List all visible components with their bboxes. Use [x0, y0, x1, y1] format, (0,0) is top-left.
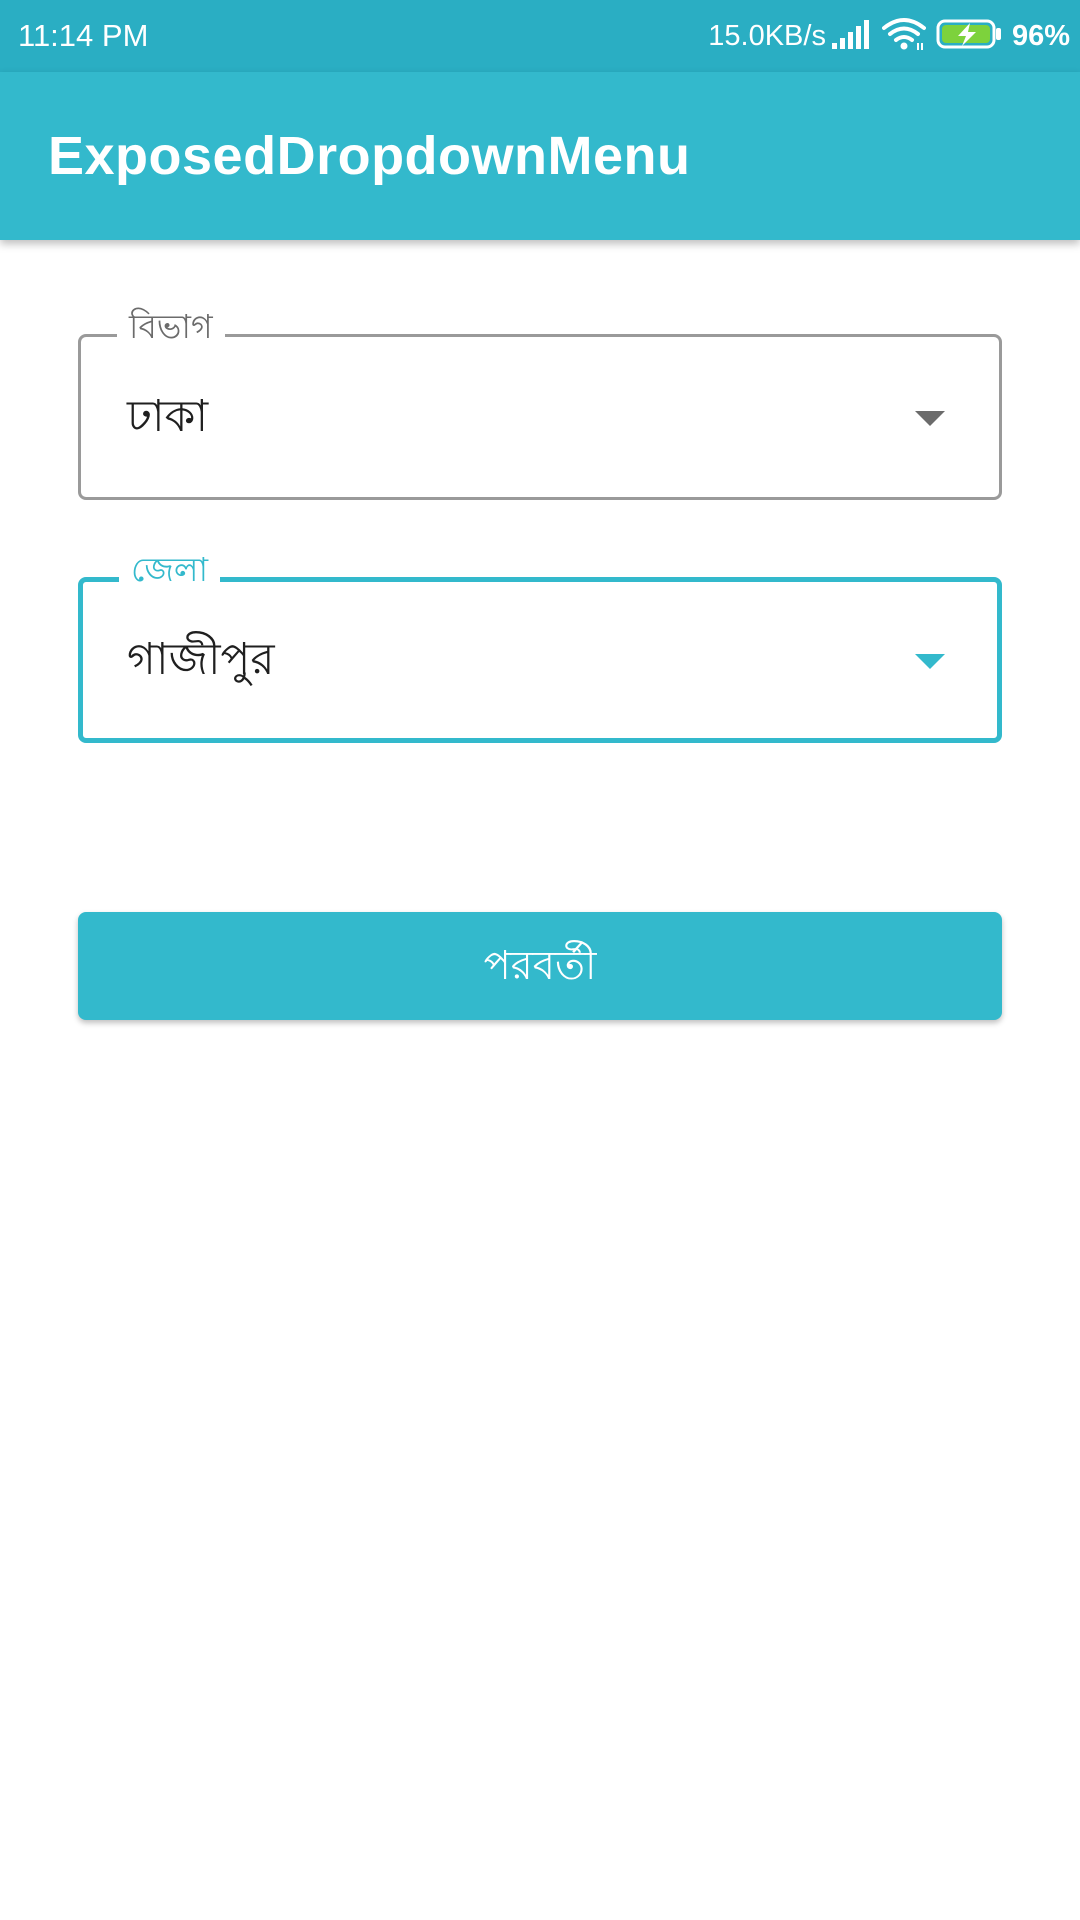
network-speed: 15.0KB/s — [708, 19, 826, 52]
dropdown-arrow-icon[interactable] — [915, 654, 945, 669]
status-indicators: 15.0KB/s 96% — [708, 14, 1070, 58]
app-bar: ExposedDropdownMenu — [0, 72, 1080, 240]
status-time: 11:14 PM — [18, 18, 149, 53]
status-bar: 11:14 PM 15.0KB/s 96% — [0, 0, 1080, 72]
next-button[interactable]: পরবর্তী — [78, 912, 1002, 1020]
battery-charging-icon — [936, 19, 1002, 53]
signal-icon — [831, 19, 872, 53]
division-dropdown[interactable]: বিভাগ ঢাকা — [78, 307, 1002, 500]
division-label: বিভাগ — [117, 307, 225, 347]
wifi-icon — [881, 17, 926, 55]
district-dropdown[interactable]: জেলা গাজীপুর — [78, 550, 1002, 743]
battery-percent: 96% — [1011, 19, 1070, 52]
division-value[interactable]: ঢাকা — [127, 387, 208, 447]
dropdown-arrow-icon[interactable] — [915, 411, 945, 426]
district-label: জেলা — [119, 550, 221, 590]
screen: 11:14 PM 15.0KB/s 96% ExposedDropdownMen… — [0, 0, 1080, 1920]
app-title: ExposedDropdownMenu — [48, 126, 691, 186]
district-value[interactable]: গাজীপুর — [127, 630, 275, 690]
